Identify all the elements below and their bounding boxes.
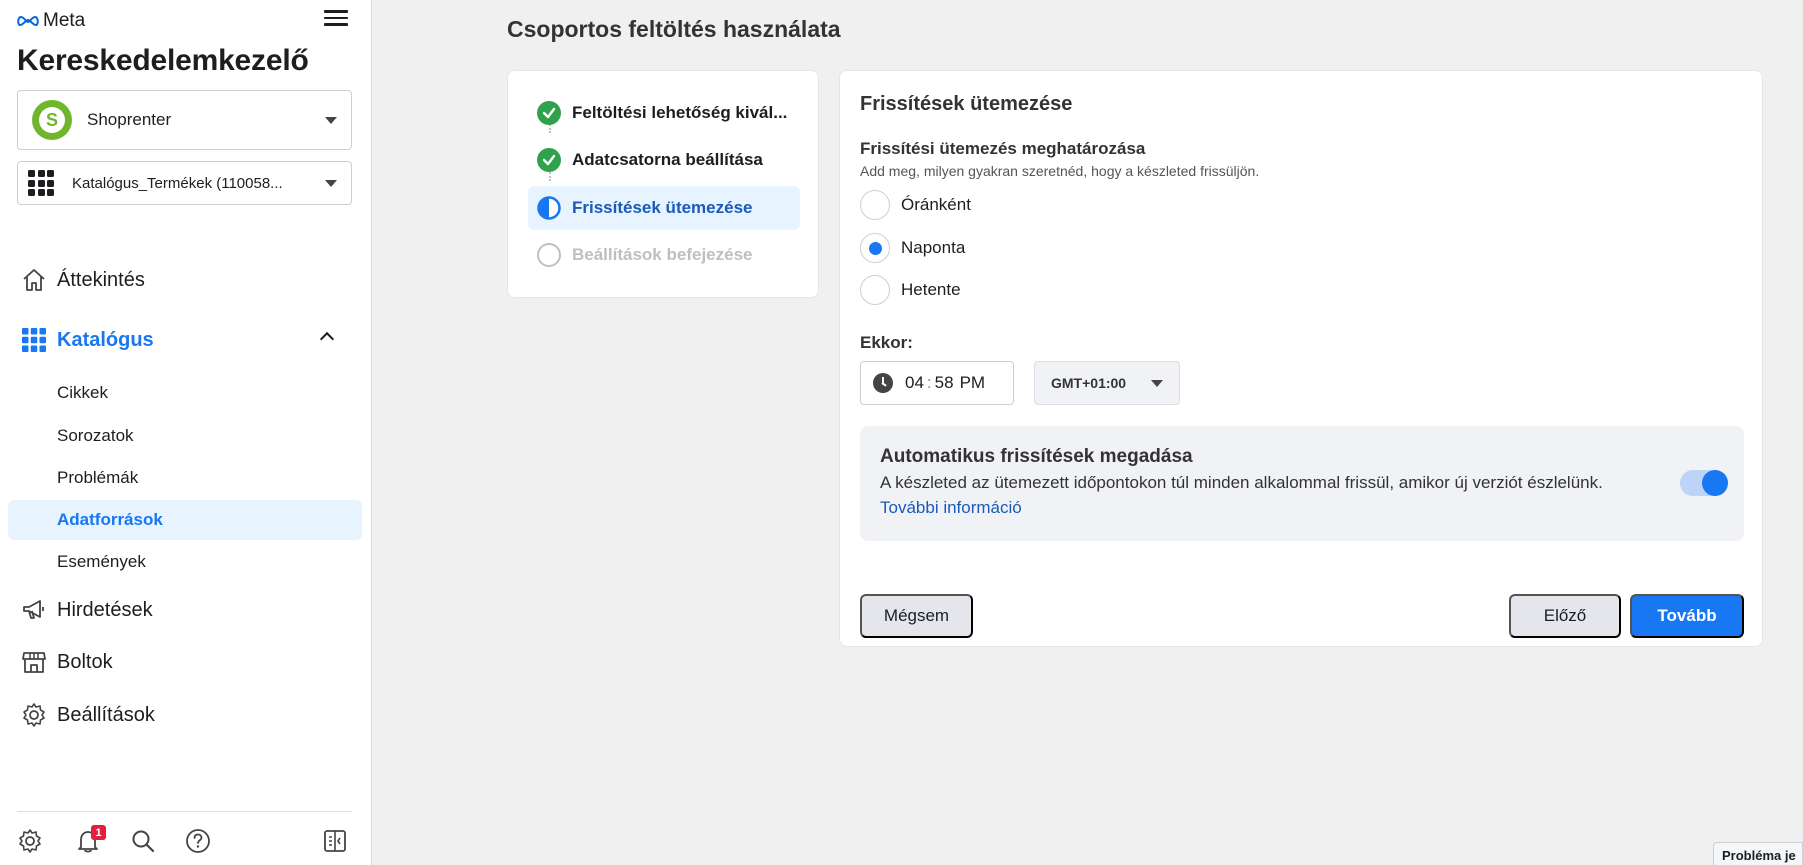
radio-option-weekly[interactable]: Hetente [860, 275, 961, 305]
sidebar-subitem-issues[interactable]: Problémák [8, 458, 362, 498]
schedule-card: Frissítések ütemezése Frissítési ütemezé… [839, 70, 1763, 647]
previous-button[interactable]: Előző [1509, 594, 1621, 638]
sidebar-item-shops[interactable]: Boltok [8, 642, 362, 682]
sidebar-item-settings[interactable]: Beállítások [8, 695, 362, 735]
meta-brand-text: Meta [43, 10, 86, 31]
sidebar-footer: 1 [17, 811, 352, 865]
step-label: Beállítások befejezése [572, 245, 753, 264]
bell-icon[interactable]: 1 [75, 825, 106, 856]
catalog-selector[interactable]: Katalógus_Termékek (110058... [17, 161, 352, 205]
sidebar-item-label: Áttekintés [57, 268, 145, 291]
auto-updates-title: Automatikus frissítések megadása [880, 446, 1193, 467]
half-circle-progress-icon [537, 196, 561, 220]
next-button[interactable]: Tovább [1630, 594, 1744, 638]
caret-down-icon [325, 179, 337, 187]
time-minute[interactable]: 58 [935, 373, 954, 393]
home-icon [20, 266, 48, 294]
radio-label: Naponta [901, 238, 966, 257]
radio-option-hourly[interactable]: Óránként [860, 190, 971, 220]
checkmark-icon [537, 101, 561, 125]
empty-circle-icon [537, 243, 561, 267]
time-picker-input[interactable]: 04 : 58 PM [860, 361, 1014, 405]
step-schedule-updates[interactable]: Frissítések ütemezése [528, 186, 800, 230]
time-hour[interactable]: 04 [905, 373, 924, 393]
notification-badge: 1 [91, 825, 106, 840]
caret-down-icon [325, 116, 337, 124]
sidebar-subitem-items[interactable]: Cikkek [8, 373, 362, 413]
radio-option-daily[interactable]: Naponta [860, 233, 965, 263]
radio-button[interactable] [860, 275, 890, 305]
auto-updates-desc: A készleted az ütemezett időpontokon túl… [880, 473, 1603, 492]
card-title: Frissítések ütemezése [860, 93, 1073, 115]
catalog-name: Katalógus_Termékek (110058... [72, 174, 283, 192]
sidebar-item-overview[interactable]: Áttekintés [8, 260, 362, 300]
sidebar-subitem-events[interactable]: Események [8, 542, 362, 582]
meta-logo[interactable]: Meta [17, 10, 85, 32]
sidebar-item-label: Boltok [57, 650, 113, 673]
sidebar-item-label: Beállítások [57, 703, 155, 726]
checkmark-icon [537, 148, 561, 172]
schedule-section-desc: Add meg, milyen gyakran szeretnéd, hogy … [860, 163, 1260, 179]
radio-label: Óránként [901, 195, 971, 214]
step-label: Frissítések ütemezése [572, 198, 753, 217]
radio-label: Hetente [901, 280, 961, 299]
store-icon [20, 648, 48, 676]
app-title: Kereskedelemkezelő [17, 44, 309, 77]
sidebar-item-catalog[interactable]: Katalógus [8, 320, 362, 360]
sidebar-subitem-data-sources[interactable]: Adatforrások [8, 500, 362, 540]
step-label: Feltöltési lehetőség kivál... [572, 103, 788, 122]
timezone-value: GMT+01:00 [1051, 375, 1127, 391]
collapse-panel-icon[interactable] [322, 828, 350, 856]
business-logo: S [32, 100, 72, 140]
step-label: Adatcsatorna beállítása [572, 150, 763, 169]
caret-down-icon [1151, 379, 1163, 387]
step-finish-settings[interactable]: Beállítások befejezése [528, 233, 800, 277]
clock-icon [873, 373, 893, 393]
step-data-feed-setup[interactable]: Adatcsatorna beállítása [528, 138, 800, 182]
page-title: Csoportos feltöltés használata [507, 16, 841, 42]
time-separator: : [926, 373, 932, 392]
sidebar-item-ads[interactable]: Hirdetések [8, 590, 362, 630]
hamburger-menu-icon[interactable] [324, 6, 350, 32]
chevron-up-icon[interactable] [319, 331, 335, 347]
megaphone-icon [20, 596, 48, 624]
time-ampm[interactable]: PM [960, 373, 986, 393]
meta-infinity-icon [17, 15, 39, 27]
radio-button[interactable] [860, 233, 890, 263]
sidebar-item-label: Katalógus [57, 328, 154, 351]
step-upload-option[interactable]: Feltöltési lehetőség kivál... [528, 91, 800, 135]
business-selector[interactable]: S Shoprenter [17, 90, 352, 150]
settings-gear-icon[interactable] [17, 828, 45, 856]
catalog-grid-icon [28, 170, 54, 196]
steps-panel: Feltöltési lehetőség kivál... Adatcsator… [507, 70, 819, 298]
auto-updates-toggle[interactable] [1680, 470, 1728, 496]
auto-updates-box: Automatikus frissítések megadása A készl… [860, 426, 1744, 541]
radio-button[interactable] [860, 190, 890, 220]
grid-icon [20, 326, 48, 354]
report-problem-tab[interactable]: Probléma je [1713, 842, 1803, 865]
timezone-select[interactable]: GMT+01:00 [1034, 361, 1180, 405]
help-icon[interactable] [185, 828, 213, 856]
business-name: Shoprenter [87, 110, 172, 129]
gear-icon [20, 701, 48, 729]
sidebar-subitem-sets[interactable]: Sorozatok [8, 416, 362, 456]
sidebar-item-label: Hirdetések [57, 598, 153, 621]
cancel-button[interactable]: Mégsem [860, 594, 973, 638]
time-label: Ekkor: [860, 333, 913, 352]
learn-more-link[interactable]: További információ [880, 498, 1022, 518]
schedule-section-label: Frissítési ütemezés meghatározása [860, 139, 1146, 158]
search-icon[interactable] [130, 828, 158, 856]
sidebar: Meta Kereskedelemkezelő S Shoprenter Kat… [0, 0, 372, 865]
